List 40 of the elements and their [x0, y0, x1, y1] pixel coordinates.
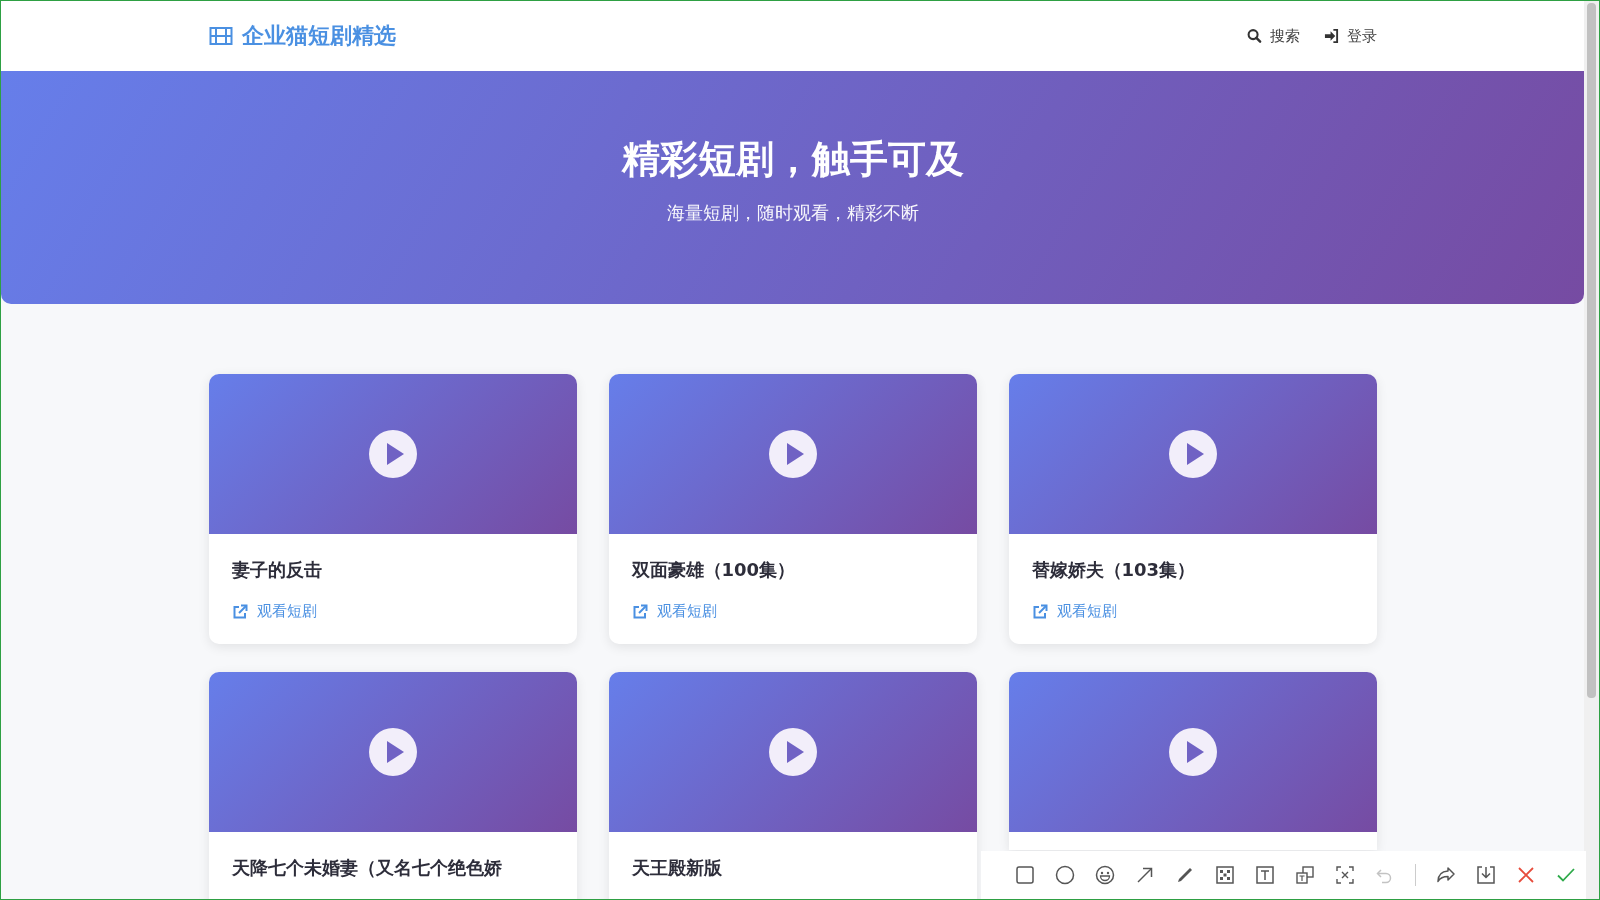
search-link[interactable]: 搜索 — [1246, 26, 1300, 46]
ellipse-tool-icon[interactable] — [1054, 864, 1076, 886]
external-link-icon — [1031, 603, 1048, 620]
drama-card[interactable]: 天降七个未婚妻（又名七个绝色娇 — [208, 672, 577, 899]
drama-title: 天降七个未婚妻（又名七个绝色娇 — [231, 856, 503, 880]
video-thumbnail[interactable] — [208, 374, 577, 534]
video-thumbnail[interactable] — [608, 374, 977, 534]
drama-card[interactable]: 天王殿新版 — [608, 672, 977, 899]
drama-title: 替嫁娇夫（103集） — [1031, 558, 1197, 582]
translate-tool-icon[interactable] — [1294, 864, 1316, 886]
drama-title: 双面豪雄（100集） — [631, 558, 797, 582]
drama-card[interactable]: 妻子的反击 观看短剧 — [208, 374, 577, 644]
hero-title: 精彩短剧，触手可及 — [621, 137, 964, 183]
sign-in-icon — [1323, 28, 1339, 44]
video-thumbnail[interactable] — [1008, 374, 1377, 534]
mosaic-tool-icon[interactable] — [1214, 864, 1236, 886]
rectangle-tool-icon[interactable] — [1014, 864, 1036, 886]
play-icon[interactable] — [1168, 430, 1217, 478]
play-icon[interactable] — [768, 430, 817, 478]
scrollbar[interactable] — [1584, 1, 1599, 899]
text-tool-icon[interactable] — [1254, 864, 1276, 886]
download-icon[interactable] — [1474, 864, 1497, 886]
play-icon[interactable] — [1168, 728, 1217, 776]
play-icon[interactable] — [768, 728, 817, 776]
hero-subtitle: 海量短剧，随时观看，精彩不断 — [666, 200, 919, 225]
drama-card[interactable]: 双面豪雄（100集） 观看短剧 — [608, 374, 977, 644]
ocr-tool-icon[interactable] — [1334, 864, 1356, 886]
drama-card[interactable]: 替嫁娇夫（103集） 观看短剧 — [1008, 374, 1377, 644]
search-icon — [1246, 28, 1262, 44]
external-link-icon — [231, 603, 248, 620]
drama-title: 天王殿新版 — [631, 856, 723, 880]
play-icon[interactable] — [368, 728, 417, 776]
external-link-icon — [631, 603, 648, 620]
video-thumbnail[interactable] — [608, 672, 977, 832]
drama-title: 妻子的反击 — [231, 558, 323, 582]
emoji-tool-icon[interactable] — [1094, 864, 1116, 886]
login-link[interactable]: 登录 — [1323, 26, 1377, 46]
film-icon — [208, 26, 233, 46]
play-icon[interactable] — [368, 430, 417, 478]
video-thumbnail[interactable] — [208, 672, 577, 832]
